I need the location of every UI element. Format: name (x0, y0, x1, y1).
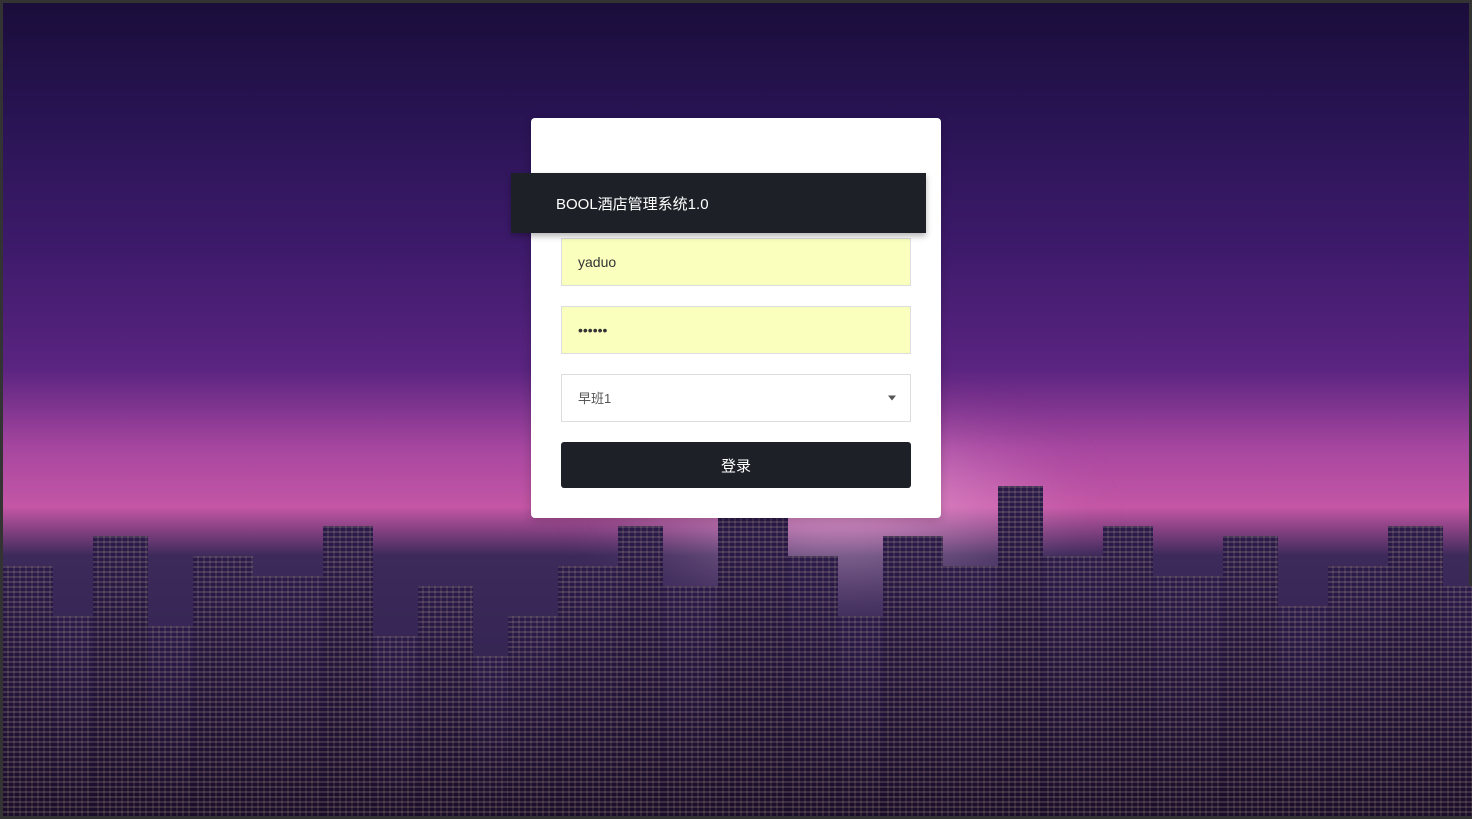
shift-group: 早班1 (561, 374, 911, 422)
username-group (561, 238, 911, 286)
login-button[interactable]: 登录 (561, 442, 911, 488)
login-panel: BOOL酒店管理系统1.0 早班1 登录 (531, 118, 941, 518)
app-title: BOOL酒店管理系统1.0 (556, 193, 709, 214)
app-title-banner: BOOL酒店管理系统1.0 (511, 173, 926, 233)
password-group (561, 306, 911, 354)
username-input[interactable] (561, 238, 911, 286)
shift-select[interactable]: 早班1 (561, 374, 911, 422)
password-input[interactable] (561, 306, 911, 354)
shift-select-wrapper: 早班1 (561, 374, 911, 422)
